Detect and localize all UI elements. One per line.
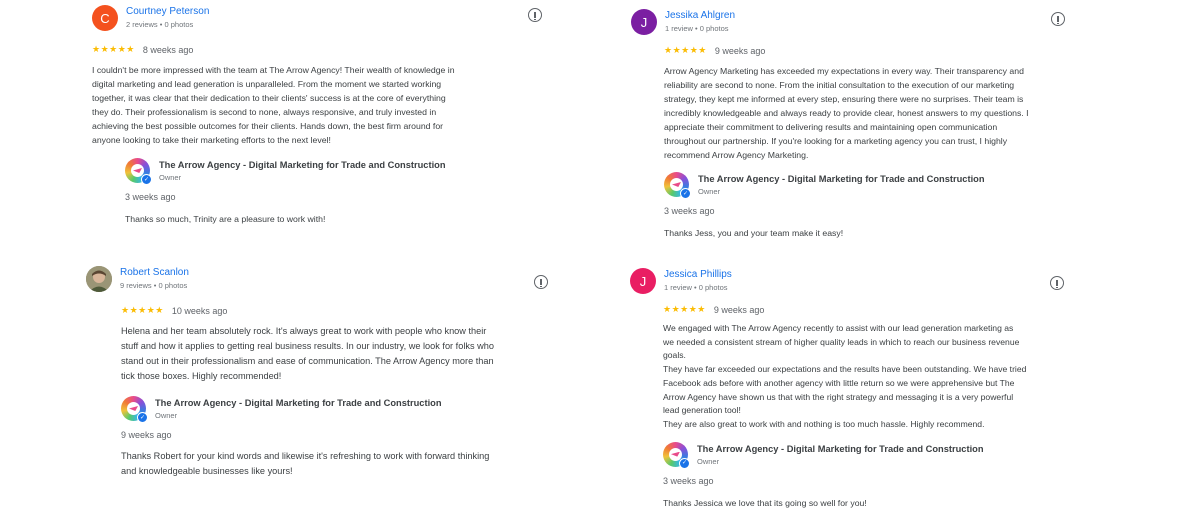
owner-reply-text: Thanks Jess, you and your team make it e… (664, 226, 1081, 240)
star-rating: ★★★★★ (664, 45, 707, 55)
rating-row: ★★★★★ 9 weeks ago (630, 304, 1080, 315)
reply-text-line: Thanks so much, Trinity are a pleasure t… (125, 214, 326, 224)
review-text: I couldn't be more impressed with the te… (92, 63, 562, 147)
review-text-line: reliability are second to none. From the… (664, 80, 1015, 90)
review-text-line: we needed a consistent stream of higher … (663, 336, 1020, 347)
reply-date: 3 weeks ago (125, 192, 176, 202)
review-text-line: Helena and her team absolutely rock. It'… (121, 326, 487, 336)
review-text-line: They are also great to work with and not… (663, 418, 985, 429)
review-card: J Jessika Ahlgren 1 review • 0 photos ★★… (631, 9, 1081, 240)
reply-date: 9 weeks ago (121, 430, 172, 440)
avatar[interactable]: J (630, 268, 656, 294)
avatar-photo (86, 266, 112, 292)
review-text-line: Facebook ads before with another agency … (663, 377, 1015, 388)
avatar[interactable] (86, 266, 112, 292)
star-rating: ★★★★★ (663, 304, 706, 314)
verified-check-icon: ✓ (141, 174, 152, 185)
report-icon[interactable] (1050, 276, 1064, 290)
owner-role: Owner (155, 411, 178, 420)
verified-check-icon: ✓ (680, 188, 691, 199)
reviewer-name[interactable]: Jessica Phillips (664, 268, 732, 281)
business-logo[interactable]: ✓ (121, 396, 148, 423)
review-date: 9 weeks ago (713, 304, 765, 315)
verified-check-icon: ✓ (679, 457, 690, 469)
review-text-line: I couldn't be more impressed with the te… (92, 65, 455, 75)
review-text-line: goals. (663, 350, 686, 361)
review-text-line: Arrow Agency Marketing has exceeded my e… (664, 66, 1024, 76)
rating-row: ★★★★★ 9 weeks ago (631, 45, 1081, 56)
review-text-line: recommend Arrow Agency Marketing. (664, 150, 809, 160)
review-text-line: tick those boxes. Highly recommended! (121, 371, 282, 381)
star-rating: ★★★★★ (121, 305, 164, 315)
business-logo[interactable]: ✓ (664, 172, 691, 199)
star-rating: ★★★★★ (92, 44, 135, 54)
owner-reply-text: Thanks so much, Trinity are a pleasure t… (125, 212, 562, 226)
review-date: 8 weeks ago (142, 44, 194, 55)
owner-role: Owner (698, 187, 721, 196)
owner-response: ✓ The Arrow Agency - Digital Marketing f… (663, 441, 1080, 469)
reply-text-line: Thanks Jess, you and your team make it e… (664, 228, 844, 238)
review-text-line: We engaged with The Arrow Agency recentl… (663, 323, 1014, 333)
review-text-line: They have far exceeded our expectations … (663, 364, 1027, 375)
review-text: We engaged with The Arrow Agency recentl… (663, 322, 1080, 432)
reviewer-name[interactable]: Jessika Ahlgren (665, 9, 735, 22)
rating-row: ★★★★★ 10 weeks ago (86, 305, 556, 316)
owner-response: ✓ The Arrow Agency - Digital Marketing f… (125, 158, 562, 185)
avatar[interactable]: J (631, 9, 657, 35)
review-text-line: they do. Their professionalism is second… (92, 107, 437, 117)
review-text-line: throughout our partnership. If you're lo… (664, 136, 1008, 146)
review-text-line: lead generation tool! (663, 405, 741, 416)
review-text-line: digital marketing and lead generation is… (92, 79, 442, 89)
reply-text-line: and knowledgeable businesses like yours! (121, 466, 293, 476)
owner-reply-text: Thanks Jessica we love that its going so… (663, 496, 1080, 510)
reviewer-stats: 9 reviews • 0 photos (120, 281, 188, 290)
owner-role: Owner (697, 456, 720, 466)
review-text-line: strategy, they kept me informed at every… (664, 94, 1024, 104)
review-text-line: appreciate their commitment to deliverin… (664, 122, 998, 132)
report-icon[interactable] (528, 8, 542, 22)
report-icon[interactable] (1051, 12, 1065, 26)
review-text-line: achieving the best possible outcomes for… (92, 121, 444, 131)
review-date: 10 weeks ago (171, 305, 228, 316)
reviewer-name[interactable]: Robert Scanlon (120, 266, 189, 279)
reply-date: 3 weeks ago (664, 206, 715, 216)
reply-text-line: Thanks Robert for your kind words and li… (121, 451, 490, 461)
business-logo[interactable]: ✓ (663, 441, 690, 469)
review-text-line: anyone looking to take their marketing e… (92, 135, 331, 145)
verified-check-icon: ✓ (137, 412, 148, 423)
reviewer-name[interactable]: Courtney Peterson (126, 5, 209, 18)
owner-reply-text: Thanks Robert for your kind words and li… (121, 449, 556, 479)
review-text-line: stand out in their professionalism and e… (121, 356, 494, 366)
owner-response: ✓ The Arrow Agency - Digital Marketing f… (664, 172, 1081, 199)
reviewer-stats: 1 review • 0 photos (664, 283, 728, 292)
owner-role: Owner (159, 173, 182, 182)
review-card: Robert Scanlon 9 reviews • 0 photos ★★★★… (86, 266, 556, 479)
review-text-line: stuff and how it applies to getting real… (121, 341, 494, 351)
review-text: Helena and her team absolutely rock. It'… (121, 324, 556, 384)
review-header: Robert Scanlon 9 reviews • 0 photos (86, 266, 556, 296)
owner-name[interactable]: The Arrow Agency - Digital Marketing for… (698, 173, 985, 186)
review-header: J Jessica Phillips 1 review • 0 photos (630, 268, 1080, 298)
review-card: C Courtney Peterson 2 reviews • 0 photos… (92, 5, 562, 226)
review-text-line: together, it was clear that their dedica… (92, 93, 446, 103)
reviewer-stats: 1 review • 0 photos (665, 24, 729, 33)
reviewer-stats: 2 reviews • 0 photos (126, 20, 194, 29)
report-icon[interactable] (534, 275, 548, 289)
avatar[interactable]: C (92, 5, 118, 31)
review-date: 9 weeks ago (714, 45, 766, 56)
owner-name[interactable]: The Arrow Agency - Digital Marketing for… (697, 443, 984, 456)
business-logo[interactable]: ✓ (125, 158, 152, 185)
reply-date: 3 weeks ago (663, 475, 714, 486)
review-header: C Courtney Peterson 2 reviews • 0 photos (92, 5, 562, 35)
review-text-line: Arrow Agency have shown us that with the… (663, 391, 1014, 402)
owner-response: ✓ The Arrow Agency - Digital Marketing f… (121, 396, 556, 423)
review-header: J Jessika Ahlgren 1 review • 0 photos (631, 9, 1081, 39)
owner-name[interactable]: The Arrow Agency - Digital Marketing for… (159, 159, 446, 172)
reply-text-line: Thanks Jessica we love that its going so… (663, 497, 867, 508)
owner-name[interactable]: The Arrow Agency - Digital Marketing for… (155, 397, 442, 410)
rating-row: ★★★★★ 8 weeks ago (92, 44, 562, 55)
review-text-line: incredibly knowledgeable and always read… (664, 108, 1029, 118)
review-card: J Jessica Phillips 1 review • 0 photos ★… (630, 268, 1080, 510)
review-text: Arrow Agency Marketing has exceeded my e… (664, 64, 1081, 162)
